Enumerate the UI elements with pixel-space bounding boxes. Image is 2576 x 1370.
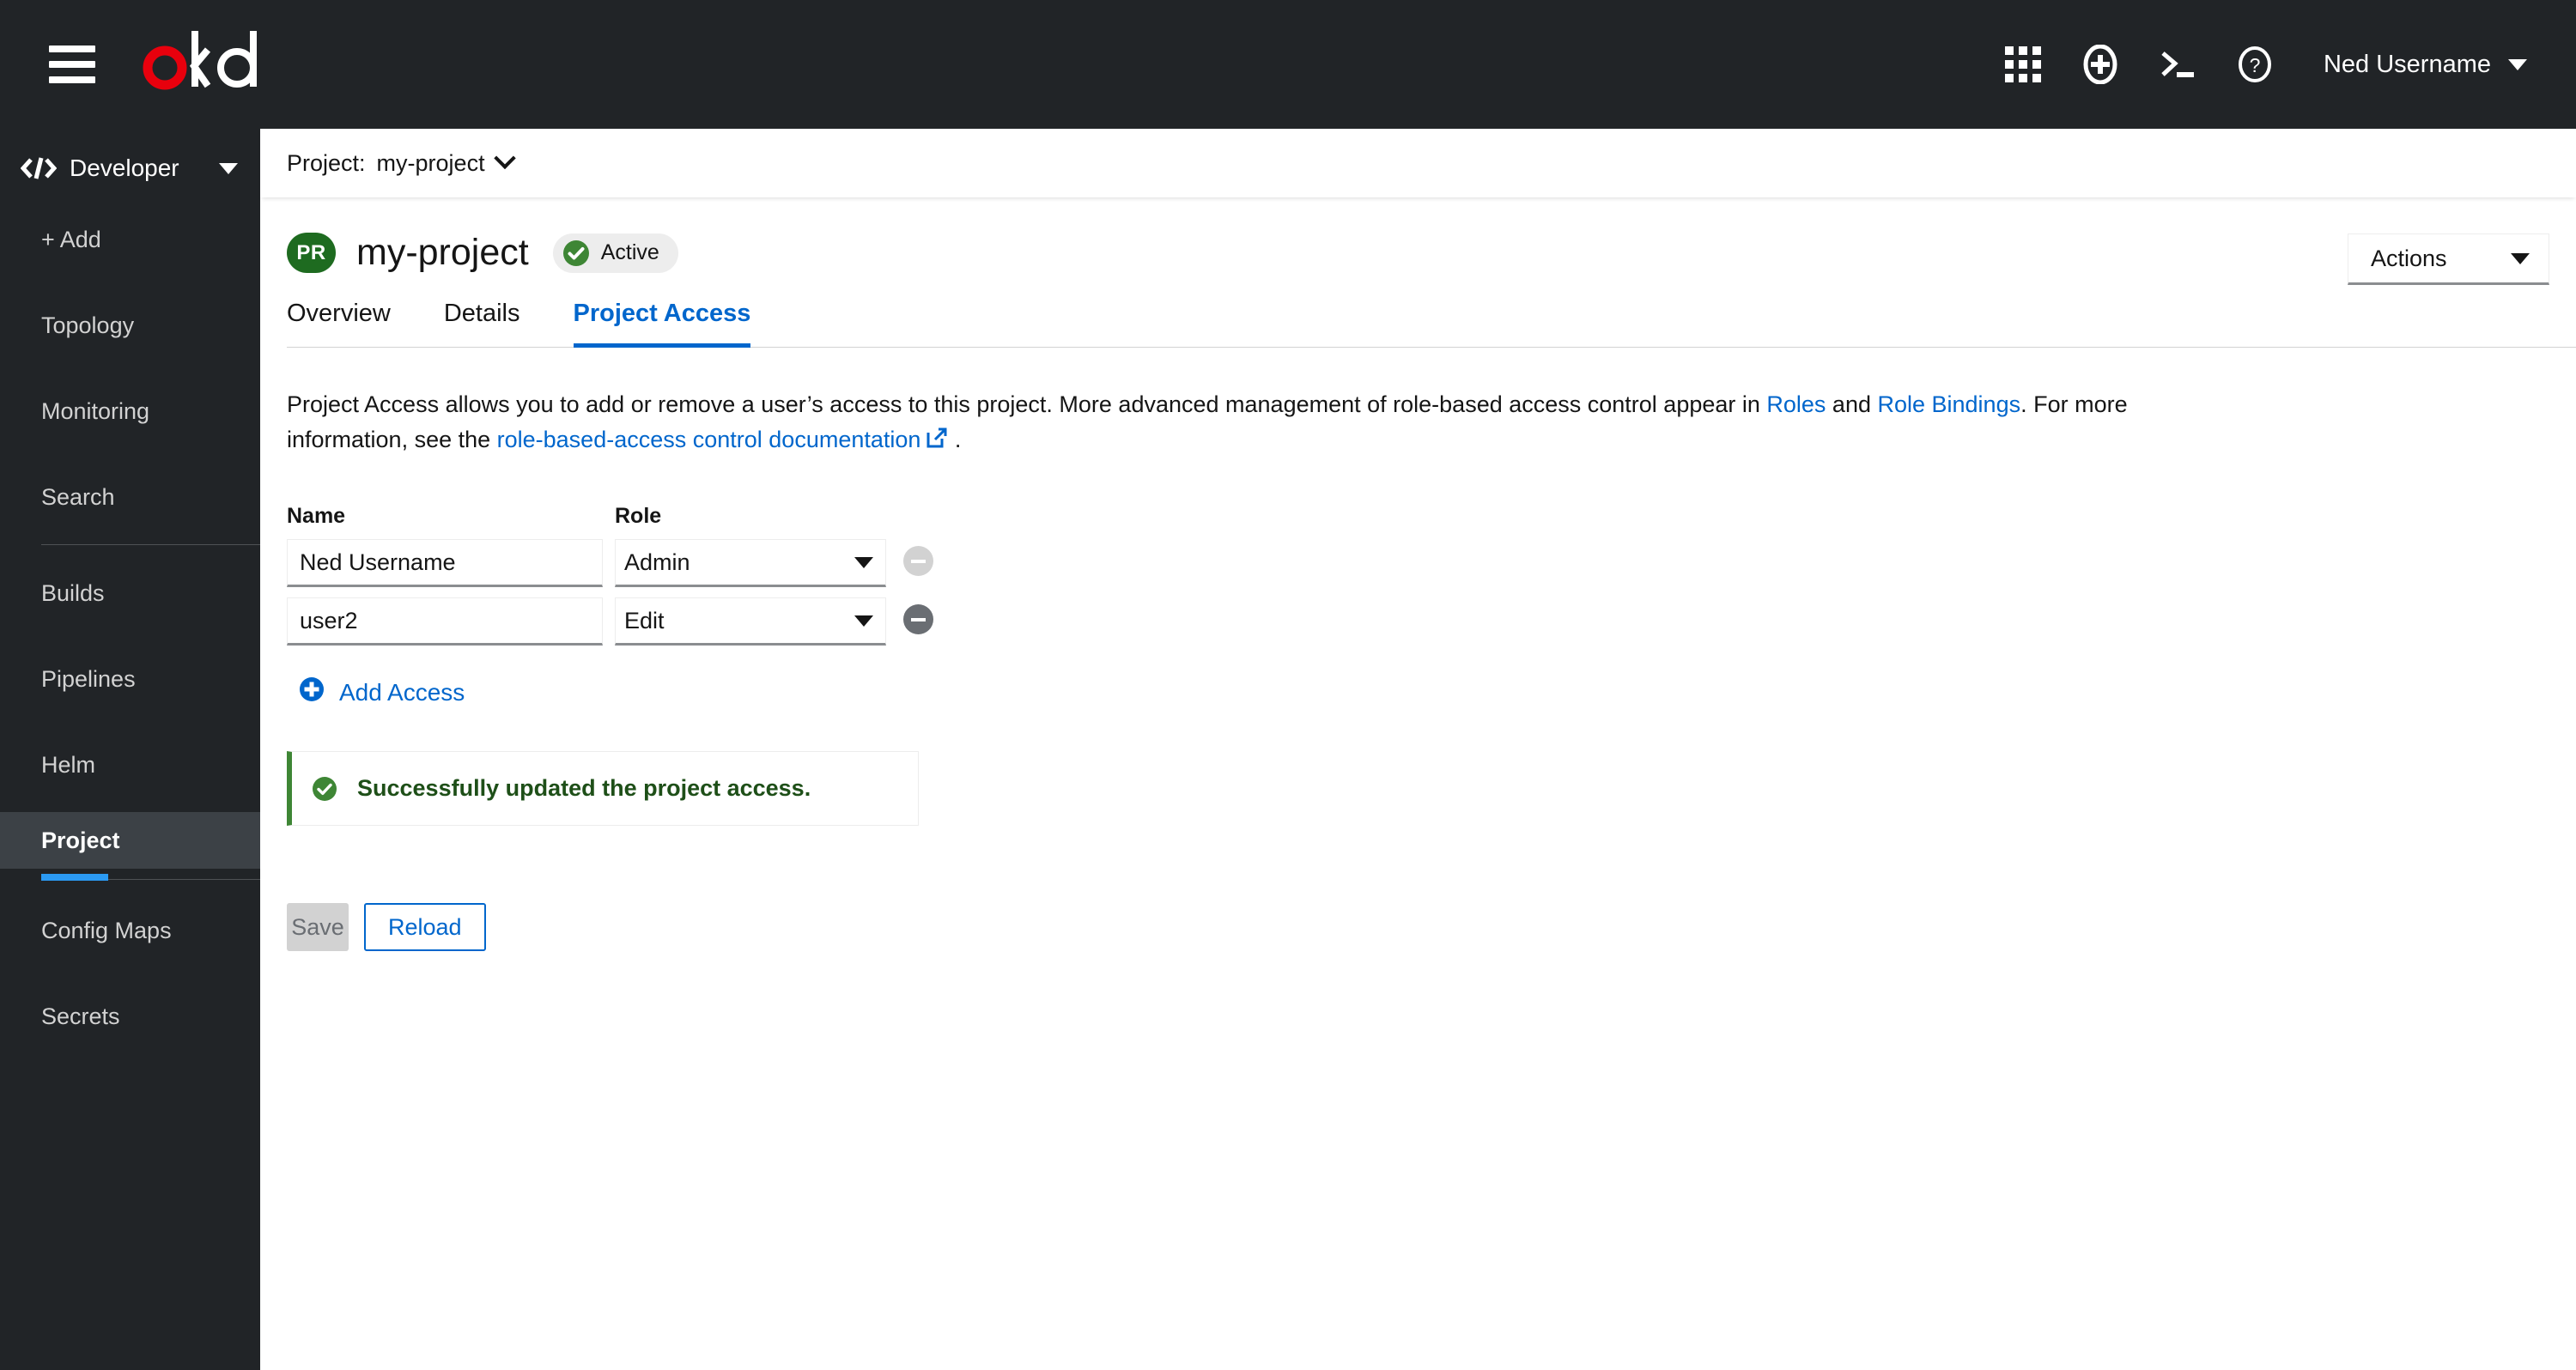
tab-details[interactable]: Details [444, 300, 520, 347]
sidebar-item-label: Secrets [41, 1003, 120, 1029]
actions-label: Actions [2371, 245, 2447, 271]
external-link-icon [926, 424, 948, 459]
reload-button[interactable]: Reload [364, 903, 486, 952]
sidebar-item-label: Search [41, 483, 115, 510]
user-name-label: Ned Username [2323, 50, 2491, 78]
sidebar-item-label: Monitoring [41, 397, 150, 424]
role-bindings-link[interactable]: Role Bindings [1877, 391, 2020, 417]
project-selector-bar: Project: my-project [260, 129, 2576, 197]
remove-access-button [903, 546, 933, 577]
page-title: my-project [356, 232, 529, 273]
plus-circle-icon [299, 676, 325, 708]
role-select-value: Edit [624, 607, 665, 633]
sidebar-item-add[interactable]: + Add [0, 218, 260, 261]
status-badge: Active [552, 233, 678, 273]
minus-icon [911, 559, 926, 563]
actions-dropdown[interactable]: Actions [2348, 233, 2549, 285]
sidebar-item-label: Project [41, 827, 120, 853]
role-select-value: Admin [624, 549, 690, 575]
alert-message: Successfully updated the project access. [357, 775, 811, 802]
form-column-headers: Name Role [287, 504, 2576, 539]
name-input[interactable] [287, 597, 603, 646]
active-indicator [41, 874, 108, 881]
perspective-label: Developer [70, 155, 179, 181]
chevron-down-icon[interactable] [493, 147, 516, 170]
roles-link[interactable]: Roles [1766, 391, 1826, 417]
role-column-header: Role [615, 504, 662, 529]
description-part-2: and [1826, 391, 1878, 417]
tab-label: Details [443, 300, 520, 327]
description-part-1: Project Access allows you to add or remo… [287, 391, 1767, 417]
sidebar-item-project[interactable]: Project [0, 812, 260, 881]
sidebar-item-secrets[interactable]: Secrets [0, 995, 260, 1038]
chevron-down-icon [2511, 252, 2530, 264]
sidebar-item-config-maps[interactable]: Config Maps [0, 909, 260, 952]
chevron-down-icon [854, 615, 873, 627]
title-row: PR my-project Active [287, 232, 2576, 274]
name-column-header: Name [287, 504, 346, 529]
save-button[interactable]: Save [287, 903, 349, 952]
rbac-documentation-link[interactable]: role-based-access control documentation [497, 427, 921, 452]
tab-bar: Overview Details Project Access [287, 300, 2576, 348]
help-icon[interactable]: ? [2216, 26, 2293, 103]
svg-text:?: ? [2250, 54, 2261, 76]
access-row: Admin [287, 539, 2576, 588]
sidebar-item-label: Builds [41, 579, 105, 606]
check-circle-icon [562, 239, 591, 268]
hamburger-menu-icon[interactable] [49, 45, 95, 83]
status-label: Active [600, 240, 659, 264]
plus-circle-icon[interactable] [2062, 26, 2139, 103]
sidebar-item-topology[interactable]: Topology [0, 304, 260, 347]
masthead-toolbar: ? Ned Username [1984, 0, 2576, 129]
masthead: ? Ned Username [0, 0, 2576, 129]
chevron-down-icon [2508, 58, 2527, 70]
description-text: Project Access allows you to add or remo… [287, 387, 2159, 459]
code-brackets-icon [21, 156, 57, 180]
project-selector-label: Project: [287, 149, 366, 176]
resource-badge: PR [287, 233, 336, 273]
tab-label: Project Access [573, 300, 751, 327]
minus-icon [911, 617, 926, 621]
sidebar-item-label: Config Maps [41, 917, 172, 943]
page-header: PR my-project Active Actions [260, 197, 2576, 285]
terminal-icon[interactable] [2139, 26, 2216, 103]
chevron-down-icon [219, 162, 238, 174]
sidebar-item-label: Topology [41, 312, 135, 338]
user-menu[interactable]: Ned Username [2324, 51, 2527, 79]
chevron-down-icon [854, 556, 873, 568]
sidebar-item-label: Pipelines [41, 665, 136, 692]
role-select[interactable]: Admin [615, 539, 886, 588]
main-content: Project: my-project PR my-project Active… [260, 129, 2576, 1370]
sidebar: Developer + Add Topology Monitoring Sear… [0, 129, 260, 1370]
tab-project-access[interactable]: Project Access [573, 300, 751, 348]
sidebar-item-pipelines[interactable]: Pipelines [0, 658, 260, 700]
add-access-button[interactable]: Add Access [299, 676, 465, 708]
access-row: Edit [287, 597, 2576, 646]
remove-access-button[interactable] [903, 604, 933, 635]
sidebar-item-helm[interactable]: Helm [0, 743, 260, 786]
sidebar-item-search[interactable]: Search [0, 476, 260, 518]
role-select[interactable]: Edit [615, 597, 886, 646]
success-alert: Successfully updated the project access. [287, 751, 919, 827]
form-actions: Save Reload [287, 903, 2576, 952]
add-access-label: Add Access [339, 678, 465, 706]
sidebar-item-label: + Add [41, 226, 101, 252]
project-access-form: Name Role Admin Edit [287, 504, 2576, 708]
sidebar-item-monitoring[interactable]: Monitoring [0, 390, 260, 433]
application-launcher-icon[interactable] [1984, 26, 2062, 103]
tab-overview[interactable]: Overview [287, 300, 391, 347]
okd-logo[interactable] [143, 26, 273, 103]
check-circle-icon [311, 775, 338, 803]
sidebar-item-builds[interactable]: Builds [0, 572, 260, 615]
project-selector-value[interactable]: my-project [377, 150, 485, 177]
name-input[interactable] [287, 539, 603, 588]
perspective-switcher[interactable]: Developer [0, 129, 260, 208]
description-part-4: . [948, 427, 962, 453]
sidebar-item-label: Helm [41, 751, 96, 778]
tab-label: Overview [287, 300, 391, 327]
